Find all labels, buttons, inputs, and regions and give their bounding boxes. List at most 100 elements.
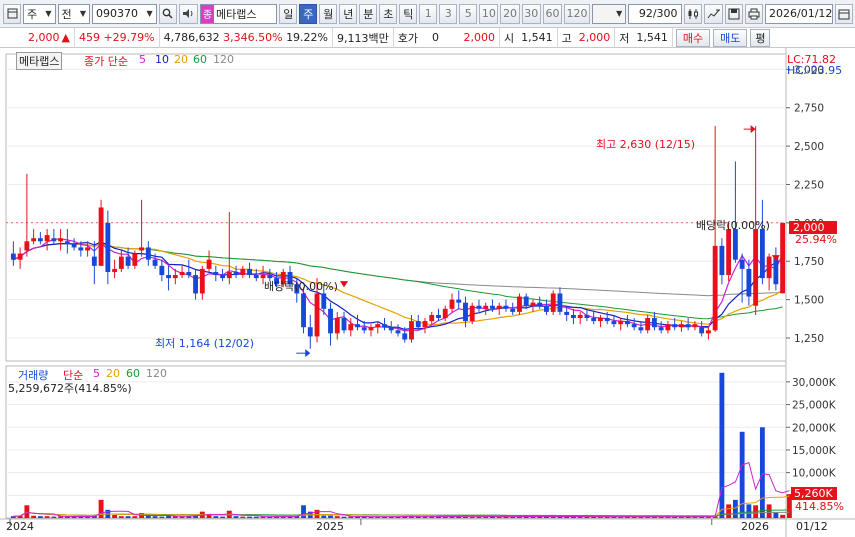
volume-bar <box>240 516 246 518</box>
count-value: 92/300 <box>638 7 678 20</box>
candle-body <box>341 318 347 331</box>
candle-body <box>692 324 698 328</box>
volume-bar <box>125 516 131 518</box>
volume-bar <box>132 516 138 518</box>
volume-bar <box>233 516 239 518</box>
price-tick-label: 2,750 <box>794 103 824 115</box>
count-display[interactable]: 92/300 <box>628 3 682 24</box>
interval-1[interactable]: 1 <box>419 3 438 24</box>
print-icon[interactable] <box>745 3 763 24</box>
volume-tick-label: 20,000K <box>792 422 837 434</box>
period-minute[interactable]: 분 <box>359 3 378 24</box>
candle-body <box>699 327 705 334</box>
candle-body <box>64 241 70 245</box>
period-tick[interactable]: 틱 <box>399 3 418 24</box>
period-month[interactable]: 월 <box>319 3 338 24</box>
candle-body <box>17 253 23 260</box>
candle-body <box>753 228 759 306</box>
candle-body <box>651 318 657 328</box>
date-input[interactable]: 2026/01/12 <box>765 3 833 24</box>
period-second[interactable]: 초 <box>379 3 398 24</box>
buy-button[interactable]: 매수 <box>675 28 711 47</box>
change-pct: +29.79% <box>103 31 155 44</box>
volume-bar <box>301 505 306 518</box>
indicator-icon[interactable] <box>703 3 723 24</box>
interval-20[interactable]: 20 <box>500 3 520 24</box>
candle-body <box>307 327 313 337</box>
candle-body <box>564 311 570 315</box>
candle-body <box>334 318 340 334</box>
candle-body <box>139 247 145 251</box>
volume-ratio: 3,346.50% <box>223 31 283 44</box>
candle-body <box>166 275 172 279</box>
hoga: 호가 0 2,000 <box>394 27 500 48</box>
candle-body <box>557 293 563 312</box>
volume-bar <box>328 515 333 518</box>
candle-body <box>233 271 239 276</box>
candle-type-icon[interactable] <box>683 3 702 24</box>
price-tick-label: 2,500 <box>794 141 824 153</box>
candle-body <box>375 324 381 328</box>
price-ma-title: 종가 단순 <box>84 55 128 68</box>
candle-body <box>51 238 57 242</box>
market-select[interactable]: 전 ▼ <box>57 3 91 24</box>
interval-3[interactable]: 3 <box>439 3 458 24</box>
calendar-icon[interactable] <box>835 3 853 24</box>
hoga-value: 0 <box>432 31 439 44</box>
interval-30[interactable]: 30 <box>521 3 541 24</box>
sell-button[interactable]: 매도 <box>713 28 748 47</box>
trade-amount: 9,113백만 <box>333 27 394 48</box>
x-last-date: 01/12 <box>796 520 828 533</box>
period-week[interactable]: 주 <box>299 3 318 24</box>
chart-area[interactable]: 3,0002,7502,5002,2502,0001,7501,5001,250… <box>0 48 855 537</box>
high-price: 고 2,000 <box>558 27 616 48</box>
volume-tick-label: 30,000K <box>792 377 837 389</box>
price-ma-5: 5 <box>139 53 146 66</box>
candle-body <box>463 302 468 322</box>
period-day[interactable]: 일 <box>279 3 298 24</box>
candle-body <box>226 271 232 279</box>
stock-code-value: 090370 <box>96 7 139 20</box>
candle-body <box>213 271 219 276</box>
candle-body <box>469 305 475 322</box>
volume-bar <box>780 514 786 518</box>
candle-body <box>10 253 16 260</box>
stock-code-input[interactable]: 090370 ▼ <box>92 3 157 24</box>
chart-window-icon[interactable] <box>3 3 21 24</box>
price-tick-label: 1,500 <box>794 295 824 307</box>
volume-tick-label: 25,000K <box>792 400 837 412</box>
price-tick-label: 1,250 <box>794 333 824 345</box>
candle-body <box>98 207 104 266</box>
save-icon[interactable] <box>725 3 743 24</box>
candle-body <box>665 324 671 331</box>
type-select[interactable]: 주 ▼ <box>23 3 56 24</box>
candle-body <box>510 308 516 312</box>
candle-body <box>490 305 495 309</box>
candle-body <box>577 314 583 319</box>
volume: 4,786,632 3,346.50% 19.22% <box>160 27 334 48</box>
eval-button[interactable]: 평 <box>750 28 771 47</box>
interval-10[interactable]: 10 <box>479 3 499 24</box>
interval-60[interactable]: 60 <box>542 3 563 24</box>
low-price: 저 1,541 <box>615 27 673 48</box>
low-value: 1,541 <box>636 31 668 44</box>
volume-current-tag: 5,260K <box>791 487 837 500</box>
interval-5[interactable]: 5 <box>459 3 478 24</box>
custom-interval-select[interactable]: ▼ <box>591 3 627 24</box>
volume-bar <box>253 516 259 518</box>
volume-bar <box>348 516 354 518</box>
stock-name-box[interactable]: 종 메타랩스 <box>199 3 278 24</box>
candle-body <box>537 302 543 306</box>
volume-bar <box>213 516 219 518</box>
speaker-icon[interactable] <box>178 3 198 24</box>
search-icon[interactable] <box>158 3 177 24</box>
period-year[interactable]: 년 <box>339 3 358 24</box>
volume-bar <box>220 516 225 518</box>
candle-body <box>193 275 198 294</box>
interval-120[interactable]: 120 <box>564 3 590 24</box>
x-label-2024: 2024 <box>6 520 34 533</box>
volume-bar <box>314 509 320 518</box>
volume-bar <box>247 516 252 518</box>
candle-body <box>672 324 678 328</box>
open-value: 1,541 <box>521 31 553 44</box>
